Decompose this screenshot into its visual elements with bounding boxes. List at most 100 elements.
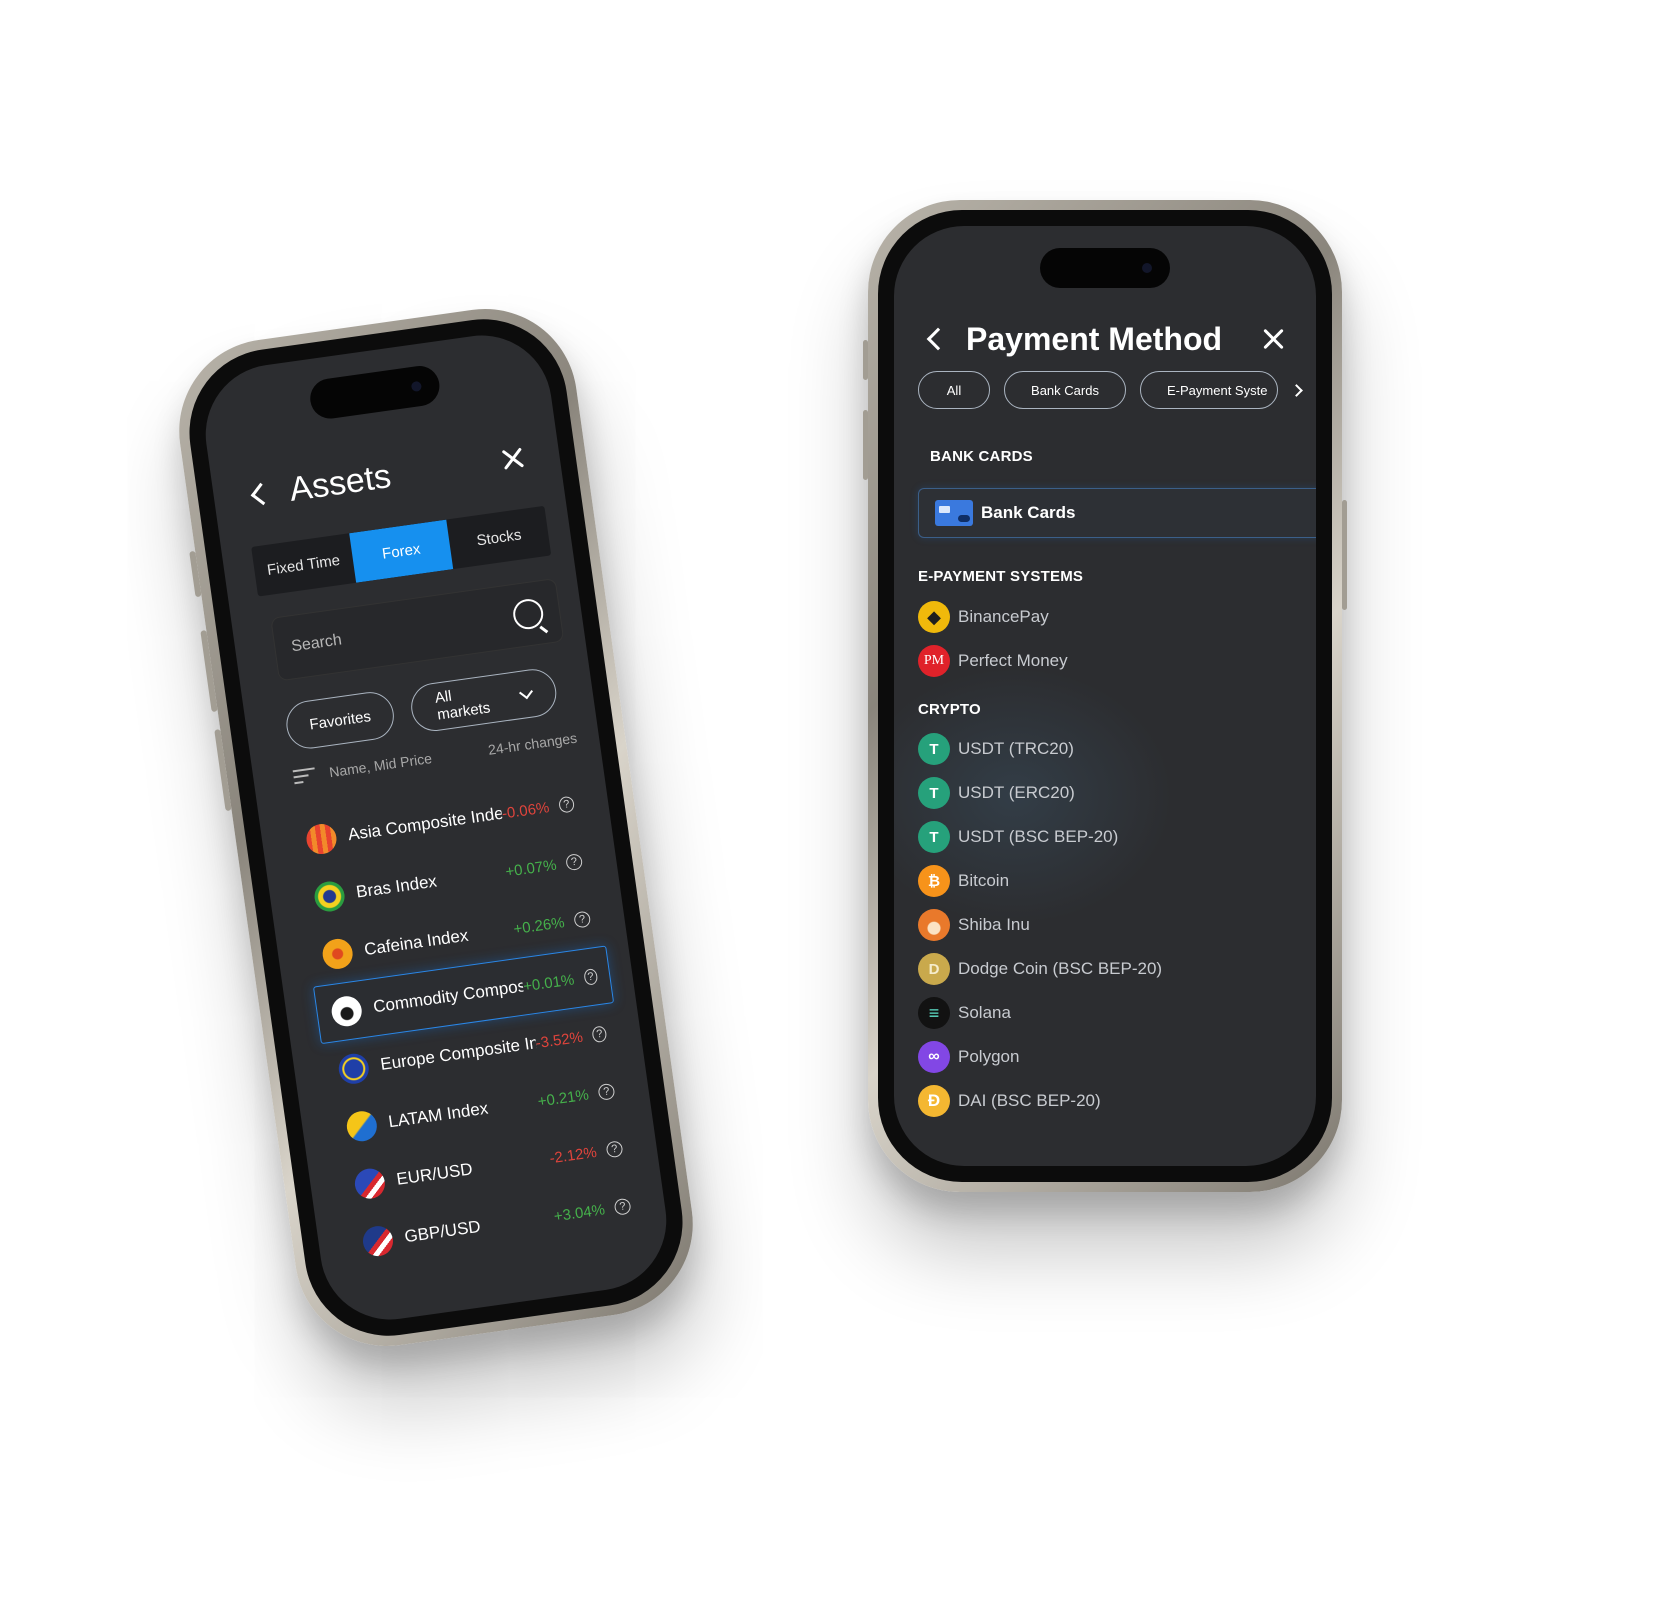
- dynamic-island: [1040, 248, 1170, 288]
- payment-option[interactable]: ◆ BinancePay: [918, 600, 1049, 634]
- asset-change: +0.26%: [512, 913, 566, 938]
- payment-phone: Payment Method All Bank Cards E-Payment …: [863, 200, 1347, 1192]
- option-label: Shiba Inu: [958, 915, 1030, 934]
- oil-drop-icon: [329, 994, 364, 1029]
- solana-icon: ≡: [918, 997, 950, 1029]
- perfect-money-icon: PM: [918, 645, 950, 677]
- assets-bezel: Assets Fixed Time Forex Stocks Search Fa…: [178, 308, 694, 1347]
- search-input[interactable]: Search: [271, 579, 564, 681]
- brazil-flag-icon: [312, 879, 347, 914]
- option-label: Polygon: [958, 1047, 1020, 1066]
- latam-icon: [344, 1109, 379, 1144]
- eu-flag-icon: [336, 1051, 371, 1086]
- help-icon[interactable]: ?: [565, 853, 584, 872]
- sort-label: Name, Mid Price: [328, 749, 433, 781]
- asset-change: +0.07%: [504, 856, 558, 881]
- payment-option[interactable]: T USDT (BSC BEP-20): [918, 820, 1118, 854]
- payment-header: Payment Method: [926, 314, 1284, 364]
- payment-bezel: Payment Method All Bank Cards E-Payment …: [878, 210, 1332, 1182]
- action-button: [189, 550, 202, 598]
- bitcoin-icon: ₿: [918, 865, 950, 897]
- back-icon[interactable]: [250, 482, 274, 506]
- help-icon[interactable]: ?: [557, 795, 576, 814]
- asset-name: Commodity Composite I.: [372, 976, 525, 1017]
- asset-change: -0.06%: [500, 798, 551, 823]
- help-icon[interactable]: ?: [597, 1082, 616, 1101]
- section-bank-cards: BANK CARDS: [930, 448, 1033, 465]
- payment-option[interactable]: ∞ Polygon: [918, 1040, 1019, 1074]
- asset-name: EUR/USD: [395, 1159, 474, 1189]
- bank-card-icon: [935, 500, 973, 526]
- binance-icon: ◆: [918, 601, 950, 633]
- close-icon[interactable]: [500, 446, 525, 471]
- asset-name: Europe Composite Index: [379, 1033, 538, 1074]
- help-icon[interactable]: ?: [591, 1025, 608, 1044]
- tab-fixed-time[interactable]: Fixed Time: [251, 533, 356, 596]
- assets-phone: Assets Fixed Time Forex Stocks Search Fa…: [167, 297, 705, 1358]
- payment-option[interactable]: PM Perfect Money: [918, 644, 1068, 678]
- chip-e-payment[interactable]: E-Payment Syste: [1140, 371, 1278, 409]
- tab-forex[interactable]: Forex: [348, 519, 454, 583]
- help-icon[interactable]: ?: [573, 910, 592, 929]
- help-icon[interactable]: ?: [613, 1197, 632, 1216]
- asset-change: +3.04%: [552, 1200, 606, 1225]
- tab-stocks[interactable]: Stocks: [447, 506, 552, 569]
- asset-change: +0.21%: [536, 1085, 590, 1110]
- chevron-right-icon[interactable]: [1290, 383, 1303, 397]
- chevron-down-icon: [519, 684, 533, 699]
- help-icon[interactable]: ?: [605, 1140, 624, 1159]
- chip-bank-cards[interactable]: Bank Cards: [1004, 371, 1126, 409]
- option-label: USDT (BSC BEP-20): [958, 827, 1119, 846]
- sort-icon[interactable]: [292, 763, 317, 788]
- volume-down-button: [214, 729, 232, 812]
- search-icon[interactable]: [511, 597, 546, 632]
- page-title: Assets: [286, 456, 394, 509]
- option-label: DAI (BSC BEP-20): [958, 1091, 1101, 1110]
- payment-option[interactable]: T USDT (TRC20): [918, 732, 1074, 766]
- help-icon[interactable]: ?: [582, 968, 599, 986]
- polygon-icon: ∞: [918, 1041, 950, 1073]
- payment-option[interactable]: Đ DAI (BSC BEP-20): [918, 1084, 1101, 1118]
- option-label: BinancePay: [958, 607, 1049, 626]
- payment-option[interactable]: D Dodge Coin (BSC BEP-20): [918, 952, 1162, 986]
- assets-header: Assets: [250, 434, 527, 517]
- payment-option[interactable]: Shiba Inu: [918, 908, 1030, 942]
- payment-option[interactable]: T USDT (ERC20): [918, 776, 1075, 810]
- payment-screen: Payment Method All Bank Cards E-Payment …: [894, 226, 1316, 1166]
- back-icon[interactable]: [926, 327, 950, 351]
- shiba-inu-icon: [918, 909, 950, 941]
- page-title: Payment Method: [966, 320, 1223, 357]
- power-button: [1342, 500, 1347, 610]
- close-icon[interactable]: [1262, 328, 1284, 350]
- coffee-bean-icon: [320, 936, 355, 971]
- dai-icon: Đ: [918, 1085, 950, 1117]
- assets-screen: Assets Fixed Time Forex Stocks Search Fa…: [196, 326, 676, 1329]
- option-label: USDT (ERC20): [958, 783, 1075, 802]
- option-label: Perfect Money: [958, 651, 1068, 670]
- favorites-label: Favorites: [308, 707, 372, 734]
- chip-all[interactable]: All: [918, 371, 990, 409]
- section-crypto: CRYPTO: [918, 701, 981, 718]
- bank-cards-option[interactable]: Bank Cards: [918, 488, 1316, 538]
- favorites-button[interactable]: Favorites: [283, 689, 397, 752]
- filter-chips: All Bank Cards E-Payment Syste: [918, 370, 1303, 410]
- eur-usd-flags-icon: [352, 1166, 387, 1201]
- tether-icon: T: [918, 733, 950, 765]
- gbp-usd-flags-icon: [361, 1224, 395, 1259]
- asset-change: +0.01%: [522, 970, 576, 995]
- asia-flag-icon: [304, 822, 339, 856]
- volume-up-button: [863, 410, 868, 480]
- markets-label: All markets: [433, 687, 492, 724]
- payment-option[interactable]: ≡ Solana: [918, 996, 1011, 1030]
- asset-change: -3.52%: [534, 1028, 584, 1052]
- action-button: [863, 340, 868, 380]
- dogecoin-icon: D: [918, 953, 950, 985]
- search-placeholder: Search: [290, 631, 343, 656]
- volume-up-button: [200, 630, 218, 713]
- asset-change: -2.12%: [548, 1143, 598, 1167]
- bank-cards-label: Bank Cards: [981, 503, 1076, 522]
- asset-name: Cafeina Index: [362, 925, 470, 960]
- payment-option[interactable]: ₿ Bitcoin: [918, 864, 1009, 898]
- asset-name: Asia Composite Index: [346, 803, 504, 845]
- asset-name: GBP/USD: [403, 1216, 482, 1247]
